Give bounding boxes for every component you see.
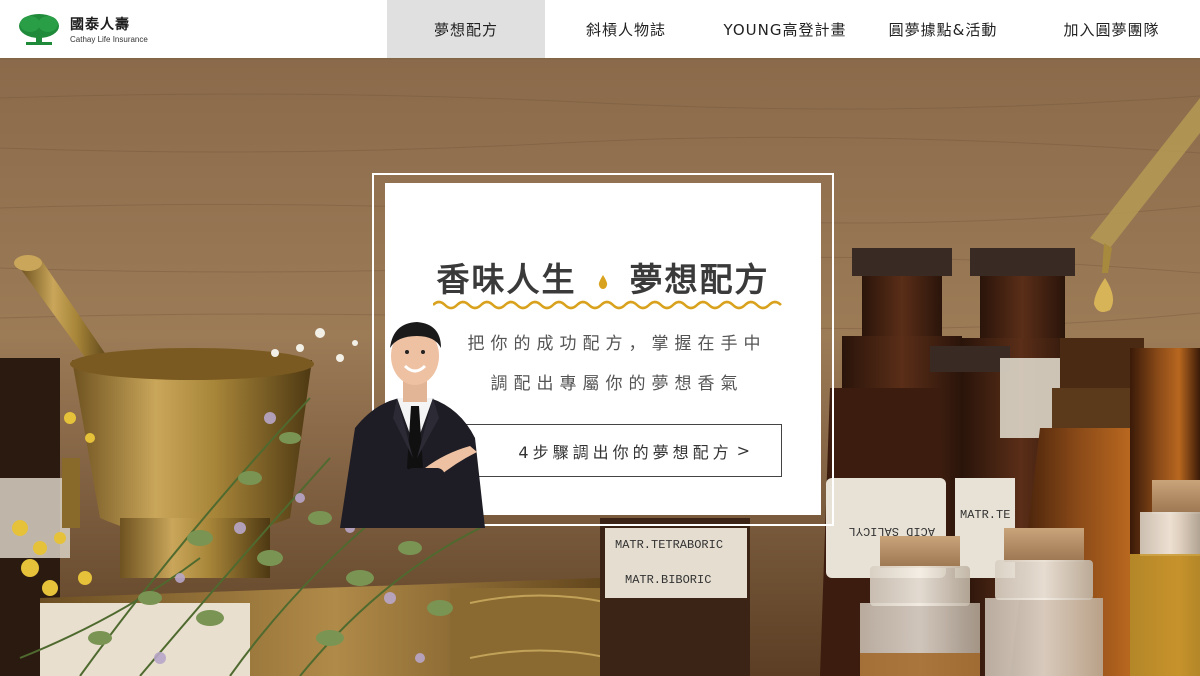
bottle-label-salicyl: ACID SALICYL (849, 524, 935, 538)
logo-chinese-name: 國泰人壽 (70, 17, 130, 33)
logo-english-name: Cathay Life Insurance (70, 35, 148, 44)
tree-logo-icon (19, 14, 59, 45)
nav-young-program[interactable]: YOUNG高登計畫 (707, 0, 863, 58)
site-header: 國泰人壽 Cathay Life Insurance 夢想配方 斜槓人物誌 YO… (0, 0, 1200, 58)
nav-slash-profiles[interactable]: 斜槓人物誌 (545, 0, 707, 58)
nav-dream-formula[interactable]: 夢想配方 (387, 0, 545, 58)
bottle-label-tetraboric: MATR.TETRABORIC (615, 538, 723, 552)
bottle-label-biboric: MATR.BIBORIC (625, 573, 711, 587)
main-nav: 夢想配方 斜槓人物誌 YOUNG高登計畫 圓夢據點&活動 加入圓夢團隊 (387, 0, 1200, 58)
cathay-logo[interactable]: 國泰人壽 Cathay Life Insurance (18, 12, 148, 46)
nav-locations-events[interactable]: 圓夢據點&活動 (863, 0, 1023, 58)
nav-join-team[interactable]: 加入圓夢團隊 (1023, 0, 1200, 58)
bottle-label-te: MATR.TE (960, 508, 1010, 522)
presenter-photo (340, 322, 485, 528)
